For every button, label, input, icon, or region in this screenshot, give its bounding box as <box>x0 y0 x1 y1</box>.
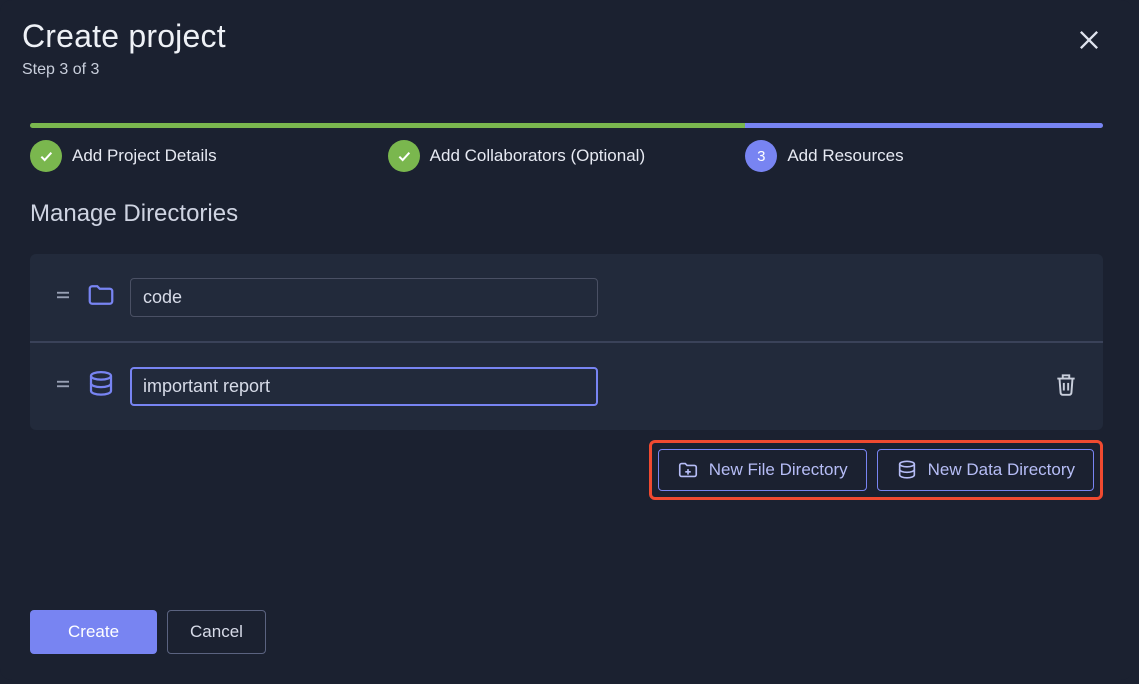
section-title: Manage Directories <box>0 172 1133 240</box>
directory-row <box>30 254 1103 341</box>
cancel-button[interactable]: Cancel <box>167 610 266 654</box>
directory-name-input[interactable] <box>130 278 598 317</box>
directories-panel <box>30 254 1103 430</box>
button-label: New Data Directory <box>928 460 1075 480</box>
modal-title: Create project <box>22 18 226 55</box>
drag-handle[interactable] <box>54 375 72 398</box>
folder-plus-icon <box>677 459 699 481</box>
step-label: Add Collaborators (Optional) <box>430 146 645 166</box>
new-data-directory-button[interactable]: New Data Directory <box>877 449 1094 491</box>
drag-handle-icon <box>54 375 72 393</box>
step-label: Add Project Details <box>72 146 217 166</box>
button-label: New File Directory <box>709 460 848 480</box>
database-icon <box>896 459 918 481</box>
directory-name-input[interactable] <box>130 367 598 406</box>
step-project-details[interactable]: Add Project Details <box>30 140 388 172</box>
progress-bar <box>30 123 1103 128</box>
folder-icon <box>86 280 116 315</box>
step-badge-done <box>388 140 420 172</box>
create-button[interactable]: Create <box>30 610 157 654</box>
drag-handle[interactable] <box>54 286 72 309</box>
database-icon <box>86 369 116 404</box>
modal-subtitle: Step 3 of 3 <box>22 61 226 79</box>
delete-directory-button[interactable] <box>1053 371 1079 402</box>
step-label: Add Resources <box>787 146 903 166</box>
new-file-directory-button[interactable]: New File Directory <box>658 449 867 491</box>
progress-segment-active <box>745 123 1103 128</box>
step-badge-active: 3 <box>745 140 777 172</box>
step-collaborators[interactable]: Add Collaborators (Optional) <box>388 140 746 172</box>
close-icon <box>1075 26 1103 54</box>
new-directory-actions: New File Directory New Data Directory <box>649 440 1103 500</box>
step-badge-done <box>30 140 62 172</box>
step-add-resources[interactable]: 3 Add Resources <box>745 140 1103 172</box>
trash-icon <box>1053 371 1079 397</box>
drag-handle-icon <box>54 286 72 304</box>
directory-row <box>30 341 1103 430</box>
progress-segment-complete <box>30 123 745 128</box>
close-button[interactable] <box>1069 20 1109 60</box>
check-icon <box>38 148 54 164</box>
check-icon <box>396 148 412 164</box>
